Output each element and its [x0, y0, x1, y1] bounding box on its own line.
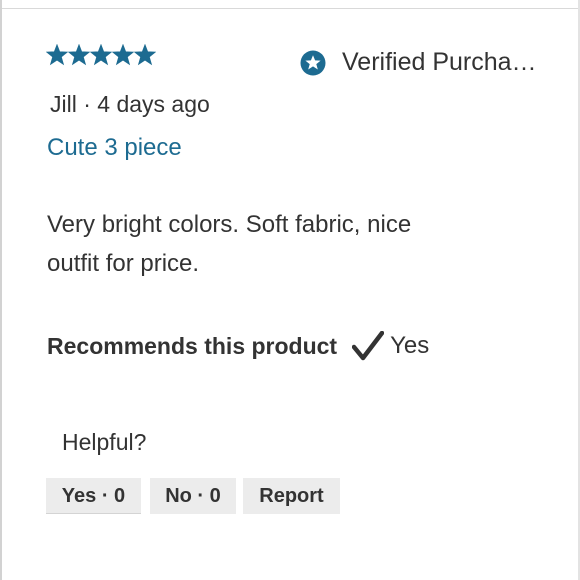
star-icon [90, 44, 112, 66]
helpful-prompt: Helpful? [62, 429, 147, 455]
star-icon [68, 44, 90, 66]
report-button[interactable]: Report [243, 478, 340, 514]
star-icon [112, 44, 134, 66]
checkmark-icon [352, 331, 385, 361]
review-title: Cute 3 piece [47, 134, 182, 161]
reviewer-and-date: Jill · 4 days ago [50, 91, 210, 117]
star-icon [46, 44, 68, 66]
verified-purchase-label: Verified Purcha… [342, 48, 537, 76]
star-rating [46, 44, 156, 66]
top-divider [0, 0, 580, 9]
star-icon [134, 44, 156, 66]
review-card: Verified Purcha… Jill · 4 days ago Cute … [0, 0, 580, 580]
left-border [0, 0, 2, 580]
helpful-yes-button[interactable]: Yes · 0 [46, 478, 141, 514]
review-body: Very bright colors. Soft fabric, nice ou… [47, 211, 412, 277]
verified-purchase-badge: Verified Purcha… [300, 48, 537, 77]
recommends-value: Yes [390, 332, 430, 359]
helpful-no-button[interactable]: No · 0 [150, 478, 236, 514]
recommends-row: Recommends this product Yes [47, 331, 429, 361]
recommends-label: Recommends this product [47, 332, 338, 359]
verified-star-badge-icon [300, 50, 326, 75]
